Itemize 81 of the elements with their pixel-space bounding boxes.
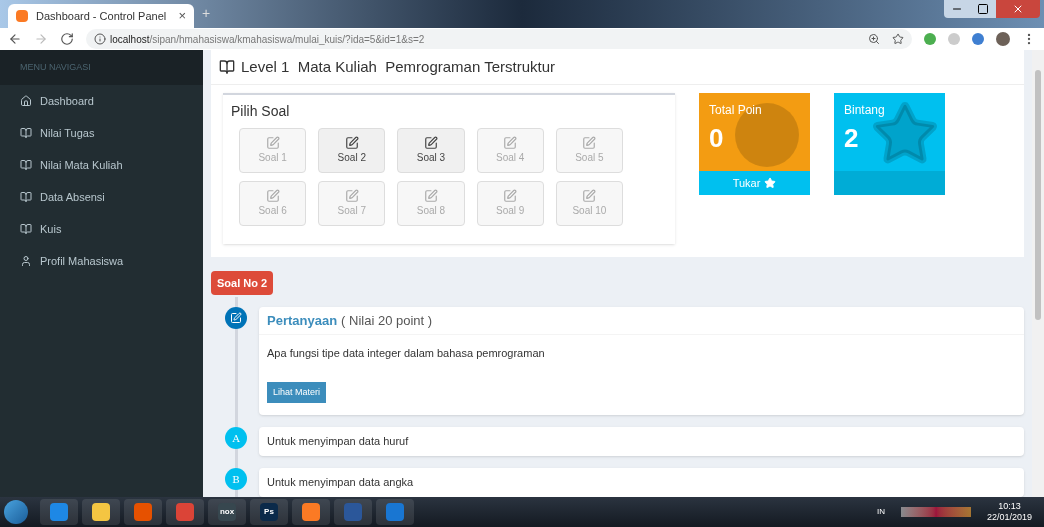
maximize-icon xyxy=(977,3,989,15)
app-icon xyxy=(302,503,320,521)
taskbar-app-button[interactable] xyxy=(292,499,330,525)
question-heading: Pertanyaan xyxy=(267,311,338,330)
book-icon xyxy=(20,191,32,203)
stat-title: Total Poin xyxy=(708,102,763,119)
sidebar-item[interactable]: Kuis xyxy=(0,213,203,245)
app-icon: Ps xyxy=(260,503,278,521)
app-icon: nox xyxy=(218,503,236,521)
question-number-badge: Soal No 2 xyxy=(211,270,274,295)
book-icon xyxy=(20,127,32,139)
answer-option[interactable]: Untuk menyimpan data angka xyxy=(259,468,1024,497)
taskbar-app-button[interactable]: Ps xyxy=(250,499,288,525)
clock-date[interactable]: 22/01/2019 xyxy=(986,512,1032,524)
minimize-button[interactable] xyxy=(944,0,970,18)
user-icon xyxy=(20,255,32,267)
language-indicator[interactable]: IN xyxy=(876,506,885,518)
taskbar-app-button[interactable] xyxy=(82,499,120,525)
start-button[interactable] xyxy=(4,500,28,524)
page-title: Level 1 Mata Kuliah Pemrograman Terstruktur xyxy=(241,56,556,77)
scrollbar[interactable] xyxy=(1032,50,1044,497)
app-icon xyxy=(344,503,362,521)
app-icon xyxy=(134,503,152,521)
option-letter: A xyxy=(225,427,247,449)
app-icon xyxy=(50,503,68,521)
sidebar-item[interactable]: Data Absensi xyxy=(0,181,203,213)
edit-icon xyxy=(265,136,280,150)
stat-title: Bintang xyxy=(843,102,886,119)
zoom-icon[interactable] xyxy=(868,33,880,45)
tab-close-button[interactable]: × xyxy=(178,6,186,26)
sidebar-item[interactable]: Profil Mahasiswa xyxy=(0,245,203,277)
book-icon xyxy=(20,223,32,235)
taskbar-app-button[interactable]: nox xyxy=(208,499,246,525)
taskbar-app-button[interactable] xyxy=(124,499,162,525)
app-icon xyxy=(386,503,404,521)
stat-value: 2 xyxy=(844,122,859,155)
star-icon xyxy=(764,177,777,189)
edit-icon xyxy=(582,136,597,150)
url-text: localhost/sipan/hmahasiswa/kmahasiswa/mulai_kuis/?ida=5&id=1&s=2 xyxy=(110,32,425,47)
stat-value: 0 xyxy=(709,122,724,155)
sidebar-header: MENU NAVIGASI xyxy=(0,50,203,85)
taskbar-app-button[interactable] xyxy=(40,499,78,525)
edit-icon xyxy=(265,189,280,203)
info-icon[interactable] xyxy=(94,33,106,45)
close-icon xyxy=(1012,3,1024,15)
maximize-button[interactable] xyxy=(970,0,996,18)
option-letter: B xyxy=(225,468,247,490)
edit-glyph-icon xyxy=(230,312,242,324)
sidebar-item[interactable]: Nilai Mata Kuliah xyxy=(0,149,203,181)
question-button[interactable]: Soal 2 xyxy=(318,128,386,173)
book-icon xyxy=(219,59,235,75)
browser-tab[interactable]: Dashboard - Control Panel × xyxy=(8,4,194,28)
home-icon xyxy=(20,95,32,107)
sidebar-item[interactable]: Nilai Tugas xyxy=(0,117,203,149)
question-score: ( Nilai 20 point ) xyxy=(341,311,433,330)
view-material-button[interactable]: Lihat Materi xyxy=(267,381,327,403)
sidebar-item[interactable]: Dashboard xyxy=(0,85,203,117)
edit-icon xyxy=(503,189,518,203)
xampp-icon xyxy=(16,10,28,22)
edit-icon xyxy=(344,136,359,150)
app-icon xyxy=(176,503,194,521)
back-icon[interactable] xyxy=(8,32,22,46)
extension-icon[interactable] xyxy=(924,33,936,45)
question-button[interactable]: Soal 3 xyxy=(397,128,465,173)
profile-avatar[interactable] xyxy=(996,32,1010,46)
book-icon xyxy=(20,159,32,171)
picker-title: Pilih Soal xyxy=(231,102,291,121)
url-field[interactable]: localhost/sipan/hmahasiswa/kmahasiswa/mulai_kuis/?ida=5&id=1&s=2 xyxy=(86,29,912,49)
question-text: Apa fungsi tipe data integer dalam bahasa pemrograman xyxy=(266,346,546,361)
edit-icon xyxy=(503,136,518,150)
edit-icon xyxy=(344,189,359,203)
bookmark-star-icon[interactable] xyxy=(892,33,904,45)
edit-icon xyxy=(424,136,438,150)
edit-icon xyxy=(424,189,438,203)
reload-icon[interactable] xyxy=(60,32,74,46)
app-icon xyxy=(92,503,110,521)
clock-time[interactable]: 10:13 xyxy=(998,500,1021,512)
edit-icon xyxy=(582,189,597,203)
answer-option[interactable]: Untuk menyimpan data huruf xyxy=(259,427,1024,456)
extension-icon[interactable] xyxy=(972,33,984,45)
tab-title: Dashboard - Control Panel xyxy=(36,8,168,24)
